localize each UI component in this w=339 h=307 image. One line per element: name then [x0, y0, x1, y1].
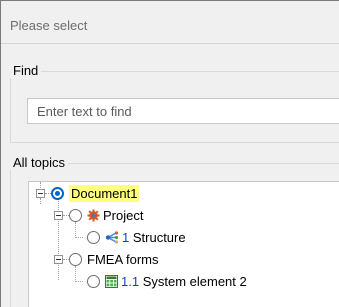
tree-node-structure[interactable]: 1 Structure: [87, 226, 186, 248]
tree-connector-line: [75, 237, 83, 238]
tree-connector-line: [40, 182, 41, 188]
radio-icon[interactable]: [87, 230, 100, 244]
tree-node-label: Project: [103, 207, 144, 223]
tree-node-label: System element 2: [139, 273, 247, 289]
tree-node-document1[interactable]: Document1: [51, 182, 140, 204]
radio-icon[interactable]: [87, 274, 100, 288]
radio-icon[interactable]: [69, 208, 82, 222]
find-group-label: Find: [10, 63, 42, 78]
tree-node-system-element-2[interactable]: 1.1 System element 2: [87, 270, 247, 292]
table-grid-icon: [105, 274, 118, 288]
tree-node-label: FMEA forms: [87, 251, 159, 267]
dialog-title-bar: Please select: [1, 1, 339, 44]
collapse-toggle-icon[interactable]: [54, 255, 63, 264]
topics-group-label: All topics: [10, 155, 69, 170]
tree-connector-line: [40, 198, 41, 204]
tree-node-number: 1.1: [121, 273, 140, 289]
topics-tree[interactable]: Document1 Project 1 Structure FMEA forms…: [28, 181, 339, 307]
tree-connector-line: [75, 281, 83, 282]
gear-icon: [87, 209, 100, 221]
tree-node-fmea-forms[interactable]: FMEA forms: [69, 248, 159, 270]
radio-icon[interactable]: [69, 252, 82, 266]
structure-icon: [105, 230, 119, 244]
tree-node-label: Structure: [129, 229, 186, 245]
select-dialog: Please select Find All topics Document1: [0, 0, 339, 307]
find-input[interactable]: [28, 99, 339, 123]
tree-node-label: Document1: [69, 184, 140, 202]
collapse-toggle-icon[interactable]: [36, 189, 45, 198]
tree-node-project[interactable]: Project: [69, 204, 143, 226]
collapse-toggle-icon[interactable]: [54, 211, 63, 220]
dialog-title: Please select: [10, 18, 88, 33]
tree-node-number: 1: [122, 229, 130, 245]
find-input-box[interactable]: [27, 98, 339, 124]
radio-selected-icon[interactable]: [51, 186, 64, 200]
